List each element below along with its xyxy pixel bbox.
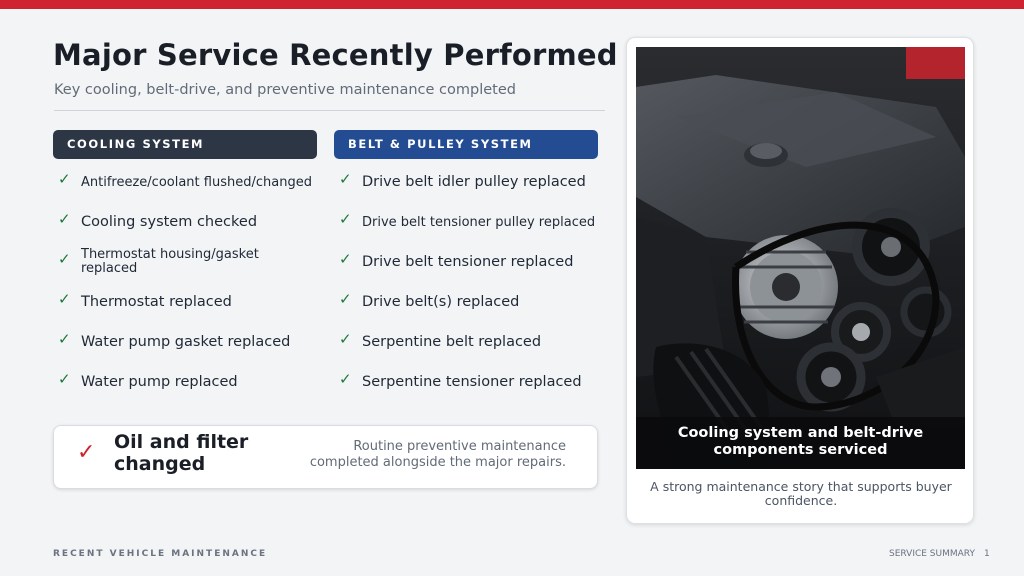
list-item-label: Water pump gasket replaced — [81, 333, 291, 350]
oil-filter-card: ✓ Oil and filter changed Routine prevent… — [53, 425, 598, 489]
check-icon: ✓ — [58, 250, 71, 268]
engine-bay-photo: Cooling system and belt-drive components… — [636, 47, 965, 469]
list-item-label: Water pump replaced — [81, 373, 238, 390]
check-icon: ✓ — [58, 330, 71, 348]
list-item: ✓ Drive belt(s) replaced — [339, 282, 609, 322]
belt-pulley-system-list: ✓ Drive belt idler pulley replaced ✓ Dri… — [339, 162, 609, 402]
check-icon: ✓ — [339, 330, 352, 348]
check-icon: ✓ — [58, 210, 71, 228]
list-item: ✓ Serpentine tensioner replaced — [339, 362, 609, 402]
check-icon: ✓ — [58, 370, 71, 388]
page-subtitle: Key cooling, belt-drive, and preventive … — [54, 82, 516, 98]
list-item-label: Cooling system checked — [81, 213, 258, 230]
cooling-system-header: COOLING SYSTEM — [53, 130, 317, 159]
check-icon: ✓ — [339, 250, 352, 268]
oil-filter-title: Oil and filter changed — [114, 431, 249, 475]
check-icon: ✓ — [339, 290, 352, 308]
list-item-label: Thermostat replaced — [81, 293, 232, 310]
list-item: ✓ Water pump gasket replaced — [58, 322, 328, 362]
page-title: Major Service Recently Performed — [53, 38, 618, 72]
engine-illustration — [636, 47, 965, 469]
list-item-label: Drive belt tensioner replaced — [362, 253, 574, 270]
list-item-label: Drive belt idler pulley replaced — [362, 173, 586, 190]
list-item-label: Thermostat housing/gasket replaced — [81, 247, 259, 276]
check-icon: ✓ — [339, 170, 352, 188]
list-item: ✓ Antifreeze/coolant flushed/changed — [58, 162, 328, 202]
title-divider — [54, 110, 605, 111]
top-accent-bar — [0, 0, 1024, 9]
list-item: ✓ Drive belt idler pulley replaced — [339, 162, 609, 202]
check-icon: ✓ — [339, 370, 352, 388]
check-icon: ✓ — [58, 290, 71, 308]
list-item: ✓ Drive belt tensioner pulley replaced — [339, 202, 609, 242]
photo-note: A strong maintenance story that supports… — [650, 479, 952, 509]
list-item-label: Antifreeze/coolant flushed/changed — [81, 174, 312, 190]
footer-title: SERVICE SUMMARY — [889, 549, 975, 559]
list-item: ✓ Serpentine belt replaced — [339, 322, 609, 362]
oil-filter-description: Routine preventive maintenance completed… — [309, 439, 566, 470]
check-icon: ✓ — [339, 210, 352, 228]
list-item: ✓ Thermostat housing/gasket replaced — [58, 242, 328, 282]
list-item-label: Serpentine belt replaced — [362, 333, 542, 350]
list-item: ✓ Thermostat replaced — [58, 282, 328, 322]
belt-pulley-system-header: BELT & PULLEY SYSTEM — [334, 130, 598, 159]
photo-caption: Cooling system and belt-drive components… — [636, 417, 965, 469]
list-item: ✓ Drive belt tensioner replaced — [339, 242, 609, 282]
engine-photo-card: Cooling system and belt-drive components… — [626, 37, 974, 524]
cooling-system-list: ✓ Antifreeze/coolant flushed/changed ✓ C… — [58, 162, 328, 402]
footer-section-label: RECENT VEHICLE MAINTENANCE — [53, 549, 268, 559]
list-item-label: Drive belt(s) replaced — [362, 293, 520, 310]
list-item-label: Serpentine tensioner replaced — [362, 373, 582, 390]
page-number: 1 — [984, 549, 990, 559]
check-icon: ✓ — [58, 170, 71, 188]
list-item: ✓ Cooling system checked — [58, 202, 328, 242]
list-item: ✓ Water pump replaced — [58, 362, 328, 402]
list-item-label: Drive belt tensioner pulley replaced — [362, 214, 596, 230]
check-icon: ✓ — [77, 440, 96, 465]
